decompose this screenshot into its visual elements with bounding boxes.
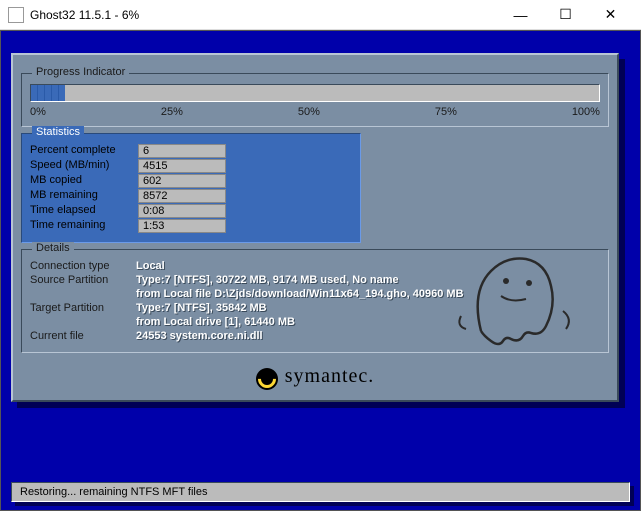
details-row-label: Current file — [30, 330, 136, 342]
details-row: Source PartitionType:7 [NTFS], 30722 MB,… — [30, 274, 600, 286]
progress-bar — [30, 84, 600, 102]
stat-value: 602 — [138, 174, 226, 188]
tick: 0% — [30, 106, 46, 118]
tick: 75% — [435, 106, 457, 118]
tick: 25% — [161, 106, 183, 118]
tick: 50% — [298, 106, 320, 118]
stat-row: Percent complete6 — [30, 144, 352, 158]
stat-row: MB copied602 — [30, 174, 352, 188]
progress-fill — [31, 85, 65, 101]
stat-label: Time elapsed — [30, 204, 138, 218]
stat-value: 8572 — [138, 189, 226, 203]
statistics-label: Statistics — [32, 126, 84, 138]
details-panel: Details Connection typeLocalSource Parti… — [21, 249, 609, 353]
stat-label: MB copied — [30, 174, 138, 188]
close-button[interactable]: ✕ — [588, 1, 633, 29]
progress-ticks: 0% 25% 50% 75% 100% — [30, 106, 600, 118]
status-area: Restoring... remaining NTFS MFT files — [11, 482, 630, 502]
status-text: Restoring... remaining NTFS MFT files — [20, 486, 207, 498]
details-label: Details — [32, 242, 74, 254]
app-icon — [8, 7, 24, 23]
symantec-text: symantec. — [285, 365, 375, 387]
status-bar: Restoring... remaining NTFS MFT files — [11, 482, 630, 502]
app-frame: Symantec Ghost 11.5.1 Copyright (C) 1998… — [0, 30, 641, 511]
stat-label: Speed (MB/min) — [30, 159, 138, 173]
progress-panel: Progress Indicator 0% 25% 50% 75% 100% — [21, 73, 609, 127]
progress-label: Progress Indicator — [32, 66, 129, 78]
details-row-value: Type:7 [NTFS], 35842 MB — [136, 302, 600, 314]
stat-label: Time remaining — [30, 219, 138, 233]
window-title: Ghost32 11.5.1 - 6% — [30, 8, 498, 22]
stat-value: 4515 — [138, 159, 226, 173]
details-row: from Local drive [1], 61440 MB — [30, 316, 600, 328]
logo-area: symantec. — [21, 359, 609, 392]
stat-row: Time remaining1:53 — [30, 219, 352, 233]
details-row-label: Target Partition — [30, 302, 136, 314]
stat-row: Speed (MB/min)4515 — [30, 159, 352, 173]
details-row: Current file24553 system.core.ni.dll — [30, 330, 600, 342]
details-row-value: from Local file D:\Zjds/download/Win11x6… — [136, 288, 600, 300]
details-row-value: Local — [136, 260, 600, 272]
stat-row: MB remaining8572 — [30, 189, 352, 203]
stat-label: Percent complete — [30, 144, 138, 158]
background-area: Symantec Ghost 11.5.1 Copyright (C) 1998… — [1, 31, 640, 510]
titlebar: Ghost32 11.5.1 - 6% — ☐ ✕ — [0, 0, 641, 30]
statistics-panel: Statistics Percent complete6Speed (MB/mi… — [21, 133, 361, 243]
details-row-value: Type:7 [NTFS], 30722 MB, 9174 MB used, N… — [136, 274, 600, 286]
details-row-label — [30, 316, 136, 328]
details-row-label — [30, 288, 136, 300]
main-panel: Progress Indicator 0% 25% 50% 75% 100% S… — [11, 53, 619, 402]
stat-value: 6 — [138, 144, 226, 158]
symantec-icon — [256, 368, 278, 390]
details-row-label: Source Partition — [30, 274, 136, 286]
stat-value: 1:53 — [138, 219, 226, 233]
details-row-label: Connection type — [30, 260, 136, 272]
stat-row: Time elapsed0:08 — [30, 204, 352, 218]
tick: 100% — [572, 106, 600, 118]
details-row-value: 24553 system.core.ni.dll — [136, 330, 600, 342]
details-row: from Local file D:\Zjds/download/Win11x6… — [30, 288, 600, 300]
maximize-button[interactable]: ☐ — [543, 1, 588, 29]
stat-label: MB remaining — [30, 189, 138, 203]
minimize-button[interactable]: — — [498, 1, 543, 29]
details-row: Connection typeLocal — [30, 260, 600, 272]
stat-value: 0:08 — [138, 204, 226, 218]
details-row: Target PartitionType:7 [NTFS], 35842 MB — [30, 302, 600, 314]
details-row-value: from Local drive [1], 61440 MB — [136, 316, 600, 328]
